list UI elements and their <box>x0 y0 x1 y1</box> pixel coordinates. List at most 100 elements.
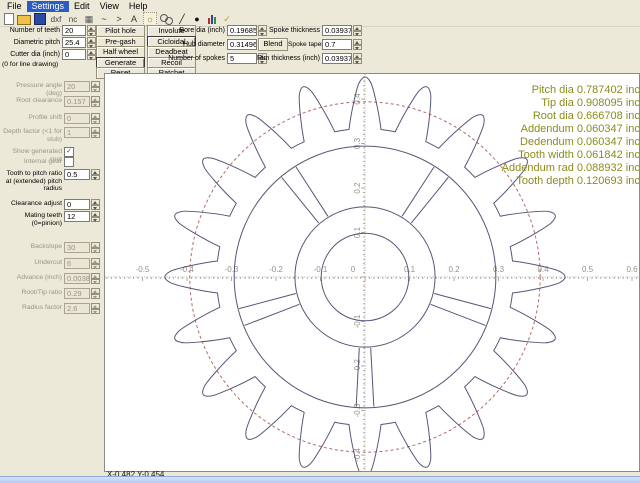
circle-tool-icon[interactable]: ● <box>191 13 203 25</box>
param-label-internal-gear: Internal gear <box>23 158 62 165</box>
open-folder-icon[interactable] <box>17 15 31 25</box>
spin-down-icon[interactable] <box>91 174 100 180</box>
field-number-of-teeth-value[interactable]: 20 <box>62 25 86 36</box>
spin-down-icon[interactable] <box>353 58 362 64</box>
param-field-pressure-angle-deg-: 20 <box>64 81 100 92</box>
gear-dimension-results: Pitch dia 0.787402 inch Tip dia 0.908095 … <box>502 84 640 188</box>
field-rim-thickness-inch-[interactable]: 0.03937 <box>322 53 362 64</box>
spin-down-icon[interactable] <box>91 204 100 210</box>
spin-down-icon[interactable] <box>91 247 100 253</box>
param-field-clearance-adjust[interactable]: 0 <box>64 199 100 210</box>
blend-button[interactable]: Blend <box>258 38 288 51</box>
spinner-arrows[interactable] <box>91 113 100 124</box>
spinner-arrows[interactable] <box>87 49 96 60</box>
new-document-icon[interactable] <box>4 13 14 25</box>
arrow-tool-icon[interactable]: > <box>113 13 125 25</box>
checkbox-internal-gear[interactable] <box>64 157 74 167</box>
svg-text:0.6: 0.6 <box>626 265 638 274</box>
param-label-undercut: Undercut <box>34 259 62 266</box>
field-diametric-pitch-value[interactable]: 25.4 <box>62 37 86 48</box>
param-label-clearance-adjust: Clearance adjust <box>10 200 62 207</box>
param-label-backslope: Backslope <box>30 243 62 250</box>
field-diametric-pitch[interactable]: 25.4 <box>62 37 96 48</box>
spinner-arrows[interactable] <box>91 288 100 299</box>
field-cutter-dia-inch-[interactable]: 0 <box>62 49 96 60</box>
wave-tool-icon[interactable]: ~ <box>98 13 110 25</box>
save-icon[interactable] <box>34 13 46 25</box>
field-spoke-thickness-value[interactable]: 0.03937 <box>322 25 352 36</box>
field-cutter-dia-inch--value[interactable]: 0 <box>62 49 86 60</box>
svg-text:0.1: 0.1 <box>404 265 416 274</box>
spinner-arrows[interactable] <box>91 199 100 210</box>
svg-text:0.5: 0.5 <box>582 265 594 274</box>
result-line: Addendum 0.060347 inch <box>520 123 640 135</box>
spinner-arrows[interactable] <box>87 25 96 36</box>
spin-down-icon[interactable] <box>91 308 100 314</box>
spinner-arrows[interactable] <box>353 53 362 64</box>
spin-down-icon[interactable] <box>87 54 96 60</box>
checkbox-show-generated-root[interactable]: ✓ <box>64 147 74 157</box>
menu-edit[interactable]: Edit <box>69 1 95 12</box>
spin-down-icon[interactable] <box>91 216 100 222</box>
stamp-tool-icon[interactable]: ▦ <box>83 13 95 25</box>
spinner-arrows[interactable] <box>91 96 100 107</box>
apply-check-icon[interactable]: ✓ <box>221 13 233 25</box>
field-rim-thickness-inch--value[interactable]: 0.03937 <box>322 53 352 64</box>
menu-settings[interactable]: Settings <box>26 0 70 12</box>
gear-pair-icon[interactable] <box>160 13 173 25</box>
bar <box>214 17 216 24</box>
line-drawing-note: (0 for line drawing) <box>2 61 59 68</box>
param-field-root-tip-ratio-value: 0.29 <box>64 288 90 299</box>
param-field-advance-inch-: 0.00382 <box>64 273 100 284</box>
spin-down-icon[interactable] <box>353 30 362 36</box>
spinner-arrows[interactable] <box>91 211 100 222</box>
result-line: Tip dia 0.908095 inch <box>541 97 640 109</box>
param-field-clearance-adjust-value[interactable]: 0 <box>64 199 90 210</box>
spin-down-icon[interactable] <box>91 132 100 138</box>
menu-help[interactable]: Help <box>124 1 153 12</box>
spinner-arrows[interactable] <box>353 39 362 50</box>
pen-tool-icon[interactable]: ╱ <box>176 13 188 25</box>
result-line: Pitch dia 0.787402 inch <box>531 84 640 96</box>
spinner-arrows[interactable] <box>91 273 100 284</box>
spin-down-icon[interactable] <box>91 86 100 92</box>
spinner-arrows[interactable] <box>91 242 100 253</box>
spin-down-icon[interactable] <box>91 263 100 269</box>
bar <box>211 15 213 24</box>
spinner-arrows[interactable] <box>91 258 100 269</box>
spinner-arrows[interactable] <box>91 81 100 92</box>
spin-down-icon[interactable] <box>87 42 96 48</box>
gear-drawing-area[interactable]: -0.5 -0.4 -0.3 -0.2 -0.1 0 0.1 0.2 0.3 0.4 0.5 0.6 0… <box>104 73 640 472</box>
param-field-profile-shift: 0 <box>64 113 100 124</box>
field-spoke-taper[interactable]: 0.7 <box>322 39 362 50</box>
param-field-mating-teeth-0-pinion--value[interactable]: 12 <box>64 211 90 222</box>
gear-sun-icon[interactable]: ☼ <box>143 12 157 26</box>
spinner-arrows[interactable] <box>87 37 96 48</box>
export-dxf-button[interactable]: dxf <box>49 13 63 25</box>
spin-down-icon[interactable] <box>353 44 362 50</box>
spin-down-icon[interactable] <box>91 278 100 284</box>
param-field-tooth-to-pitch-ratio-at-exte[interactable]: 0.5 <box>64 169 100 180</box>
chart-icon[interactable] <box>206 14 218 24</box>
field-number-of-teeth[interactable]: 20 <box>62 25 96 36</box>
param-label-depth-factor-1-for-stub-: Depth factor (<1 for stub) <box>3 128 62 143</box>
param-label-mating-teeth-0-pinion-: Mating teeth (0=pinion) <box>24 212 62 227</box>
field-hub-diameter-value[interactable]: 0.314961 <box>227 39 257 50</box>
field-spoke-taper-value[interactable]: 0.7 <box>322 39 352 50</box>
spinner-arrows[interactable] <box>353 25 362 36</box>
field-spoke-thickness[interactable]: 0.03937 <box>322 25 362 36</box>
spin-down-icon[interactable] <box>91 293 100 299</box>
spinner-arrows[interactable] <box>91 303 100 314</box>
spin-down-icon[interactable] <box>87 30 96 36</box>
spinner-arrows[interactable] <box>91 169 100 180</box>
text-tool-icon[interactable]: A <box>128 13 140 25</box>
spin-down-icon[interactable] <box>91 118 100 124</box>
menu-view[interactable]: View <box>95 1 124 12</box>
param-field-tooth-to-pitch-ratio-at-exte-value[interactable]: 0.5 <box>64 169 90 180</box>
spin-down-icon[interactable] <box>91 101 100 107</box>
export-nc-button[interactable]: nc <box>66 13 80 25</box>
svg-text:0.3: 0.3 <box>493 265 505 274</box>
spinner-arrows[interactable] <box>91 127 100 138</box>
menu-file[interactable]: File <box>2 1 27 12</box>
param-field-mating-teeth-0-pinion-[interactable]: 12 <box>64 211 100 222</box>
